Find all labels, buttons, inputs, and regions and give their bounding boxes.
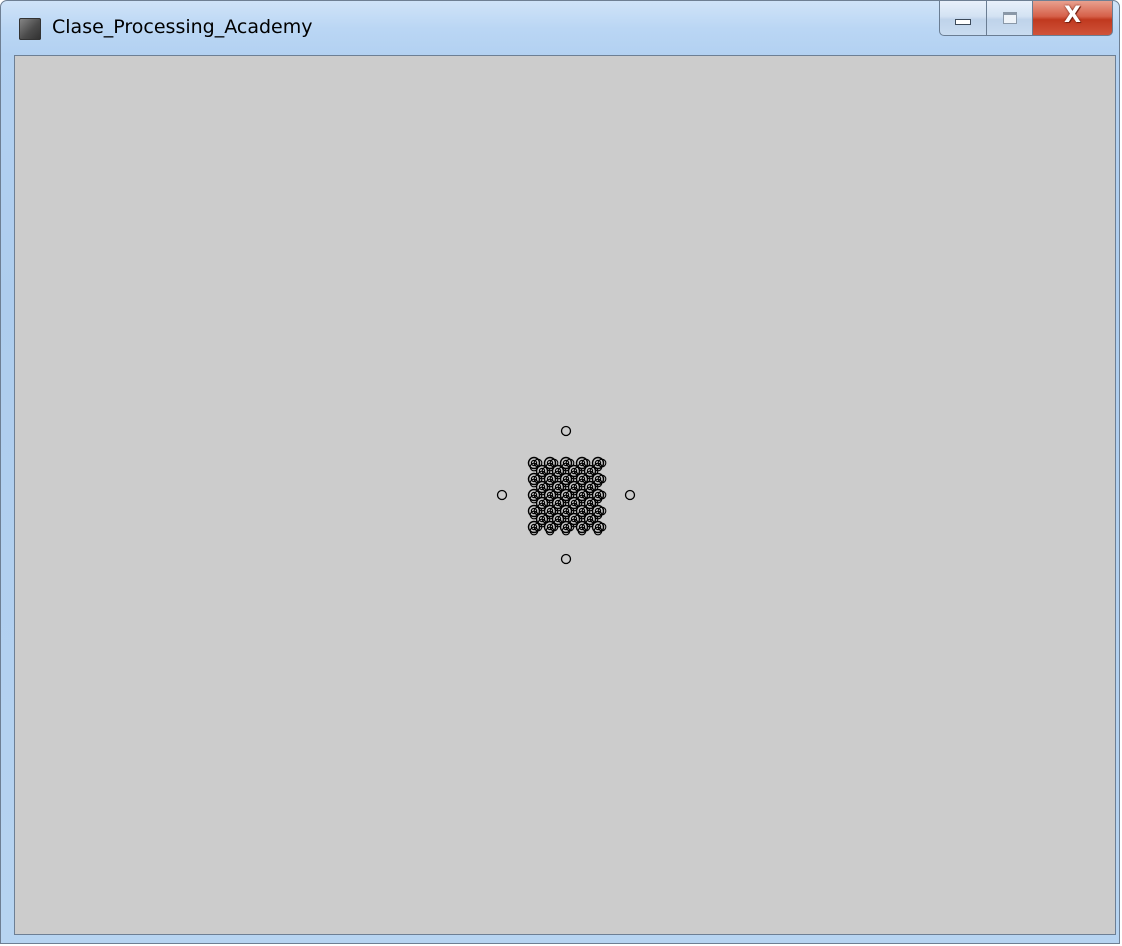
close-icon: X — [1064, 3, 1081, 28]
sketch-ring — [560, 425, 572, 437]
minimize-button[interactable] — [939, 1, 987, 36]
sketch-ring — [496, 489, 508, 501]
window-controls: X — [939, 1, 1113, 38]
sketch-canvas[interactable] — [15, 56, 1115, 934]
sketch-ring — [560, 553, 572, 565]
maximize-button[interactable] — [987, 1, 1033, 36]
app-window: Clase_Processing_Academy X — [0, 0, 1120, 944]
sketch-canvas-area[interactable] — [14, 55, 1116, 935]
sketch-ring — [624, 489, 636, 501]
close-button[interactable]: X — [1033, 1, 1113, 36]
window-title: Clase_Processing_Academy — [52, 16, 313, 38]
minimize-icon — [955, 19, 971, 25]
title-bar[interactable]: Clase_Processing_Academy X — [1, 1, 1119, 55]
maximize-icon — [1002, 12, 1017, 24]
processing-app-icon[interactable] — [19, 18, 41, 40]
